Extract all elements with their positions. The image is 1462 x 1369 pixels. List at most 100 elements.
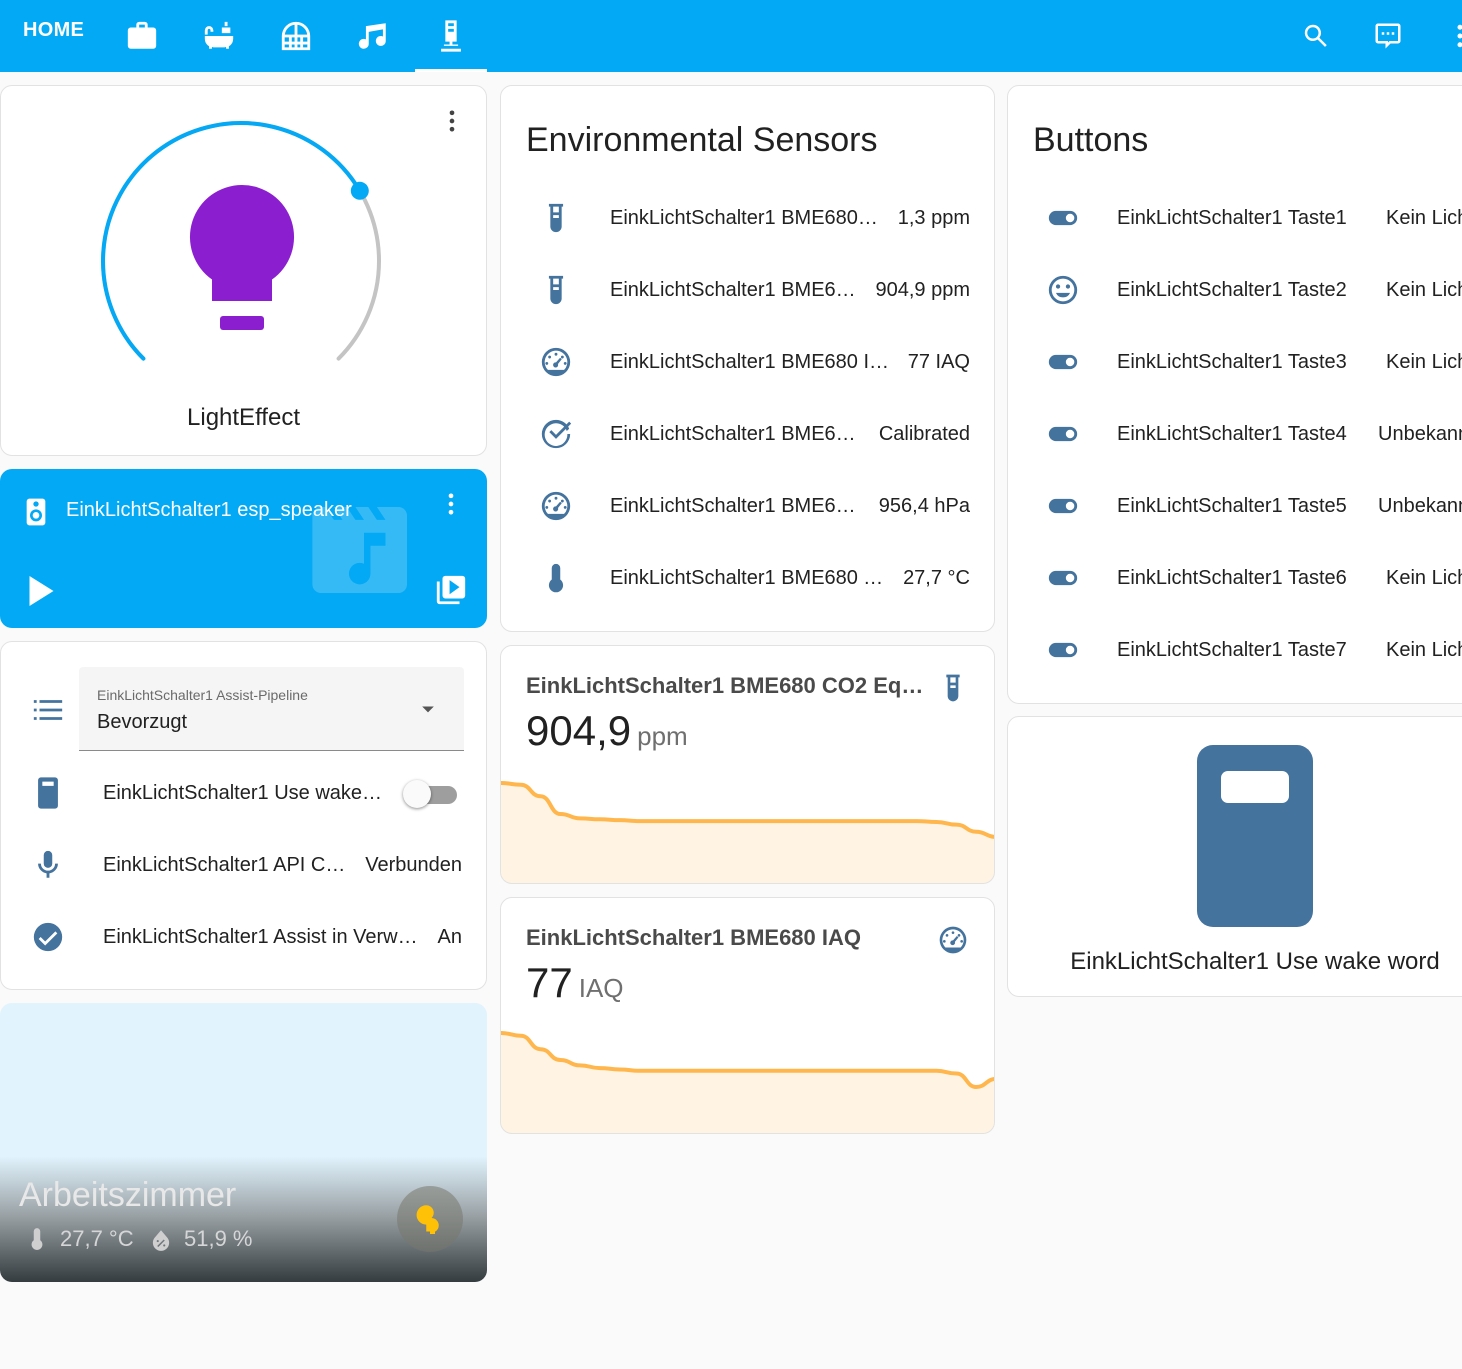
entity-state: 27,7 °C [903,567,970,589]
pipeline-select-label: EinkLichtSchalter1 Assist-Pipeline [97,687,308,703]
assist-row-state: Verbunden [365,854,462,876]
graph-area [501,783,994,883]
test-tube-icon [548,203,564,233]
light-card: LightEffect [0,85,487,456]
wake-word-name: EinkLichtSchalter1 Use wake word [1070,948,1440,975]
sensor-card-name: EinkLichtSchalter1 BME680 CO2 Equivalent [526,673,926,698]
overflow-menu-button[interactable] [1436,12,1462,60]
entity-row-pressure[interactable]: EinkLichtSchalter1 BME680 Pressure 956,4… [501,470,994,542]
iaq-history-graph [501,1031,994,1133]
button-entity-row[interactable]: EinkLichtSchalter1 Taste6 Kein Licht [1008,542,1462,614]
more-vertical-icon [449,110,455,132]
co2-sensor-card[interactable]: EinkLichtSchalter1 BME680 CO2 Equivalent… [500,645,995,884]
pipeline-select[interactable]: EinkLichtSchalter1 Assist-Pipeline Bevor… [79,667,464,751]
entity-row-iaq[interactable]: EinkLichtSchalter1 BME680 IAQ 77 IAQ [501,326,994,398]
play-box-multiple-icon[interactable] [434,573,468,607]
emoticon-icon [1048,275,1078,305]
entity-name: EinkLichtSchalter1 BME680 IAQ [610,351,894,373]
lightbulb-icon[interactable] [186,183,298,335]
pipeline-select-value: Bevorzugt [97,711,188,733]
gauge-icon [541,347,571,377]
test-tube-icon [548,275,564,305]
brightness-knob[interactable] [350,181,369,200]
tab-home[interactable]: HOME [23,18,84,42]
entity-name: EinkLichtSchalter1 BME680 Temperature [610,567,886,589]
card-title: Environmental Sensors [526,121,878,159]
tab-bathtub[interactable] [183,0,255,72]
light-more-button[interactable] [437,106,467,136]
button-entity-row[interactable]: EinkLichtSchalter1 Taste1 Kein Licht [1008,182,1462,254]
search-button[interactable] [1292,12,1340,60]
entity-name: EinkLichtSchalter1 BME680 Pressure [610,495,858,517]
media-more-button[interactable] [436,489,466,519]
button-entity-row[interactable]: EinkLichtSchalter1 Taste3 Kein Licht [1008,326,1462,398]
iaq-sensor-card[interactable]: EinkLichtSchalter1 BME680 IAQ 77 IAQ [500,897,995,1134]
entity-row-temperature[interactable]: EinkLichtSchalter1 BME680 Temperature 27… [501,542,994,614]
search-icon [1304,24,1327,47]
area-card[interactable]: Arbeitszimmer 27,7 °C 51,9 % [0,1003,487,1282]
microphone-icon [38,850,58,878]
toggle-switch-icon [1048,642,1078,658]
assist-row-api[interactable]: EinkLichtSchalter1 API Connection Verbun… [1,829,486,901]
tab-server[interactable] [415,0,487,72]
entity-row-iaq-accuracy[interactable]: EinkLichtSchalter1 BME680 IAQ Accuracy C… [501,398,994,470]
button-entity-row[interactable]: EinkLichtSchalter1 Taste7 Kein Licht [1008,614,1462,686]
area-humidity: 51,9 % [184,1226,253,1251]
sensor-value: 77 [526,959,573,1006]
entity-name: EinkLichtSchalter1 Taste7 [1117,639,1347,661]
entity-row-co2-1[interactable]: EinkLichtSchalter1 BME680 CO2 Equivalent… [501,182,994,254]
wake-word-card[interactable]: EinkLichtSchalter1 Use wake word [1007,716,1462,997]
entity-name: EinkLichtSchalter1 Taste2 [1117,279,1347,301]
entity-state: 1,3 ppm [897,207,970,229]
assist-row-wake-word[interactable]: EinkLichtSchalter1 Use wake word [1,757,486,829]
sensor-unit: ppm [637,721,688,751]
speaker-icon [26,498,46,526]
lightbulb-group-icon [416,1205,439,1234]
play-button[interactable] [22,573,58,609]
button-entity-row[interactable]: EinkLichtSchalter1 Taste2 Kein Licht [1008,254,1462,326]
light-name: LightEffect [187,404,300,431]
overflow-menu-icon [1457,24,1462,48]
gauge-icon [541,491,571,521]
area-name: Arbeitszimmer [19,1176,237,1214]
entity-state: 77 IAQ [907,351,970,373]
entity-name: EinkLichtSchalter1 BME680 CO2 Equivalent [610,279,858,301]
button-entity-row[interactable]: EinkLichtSchalter1 Taste4 Unbekannt [1008,398,1462,470]
entity-state: Unbekannt [1378,423,1462,445]
entity-name: EinkLichtSchalter1 Taste3 [1117,351,1347,373]
assist-row-name: EinkLichtSchalter1 Use wake word [103,782,383,804]
tab-greenhouse[interactable] [260,0,332,72]
entity-name: EinkLichtSchalter1 BME680 IAQ Accuracy [610,423,858,445]
wake-word-toggle[interactable] [403,780,457,808]
sensor-card-value: 904,9 ppm [526,706,688,761]
more-vertical-icon [448,493,454,515]
assist-row-state: An [437,926,462,948]
graph-area [501,1033,994,1133]
card-title: Buttons [1033,121,1149,159]
assist-button[interactable] [1364,12,1412,60]
toggle-switch-icon [1048,210,1078,226]
assist-card: EinkLichtSchalter1 Assist-Pipeline Bevor… [0,641,487,990]
entity-name: EinkLichtSchalter1 Taste1 [1117,207,1347,229]
music-icon [358,23,386,49]
assist-row-in-use[interactable]: EinkLichtSchalter1 Assist in Verwendung … [1,901,486,973]
check-circle-outline-icon [541,419,572,449]
briefcase-icon [127,21,157,49]
format-list-icon [33,700,63,720]
tab-music[interactable] [337,0,409,72]
entity-state: Calibrated [878,423,970,445]
menu-down-icon [422,706,434,713]
buttons-card: Buttons EinkLichtSchalter1 Taste1 Kein Li… [1007,85,1462,704]
tab-briefcase[interactable] [106,0,178,72]
assist-chat-icon [1375,23,1401,49]
area-light-button[interactable] [397,1186,463,1252]
sensor-card-value: 77 IAQ [526,958,624,1013]
media-player-card: EinkLichtSchalter1 esp_speaker [0,469,487,628]
sensor-value: 904,9 [526,707,632,754]
entity-state: 956,4 hPa [878,495,970,517]
entity-name: EinkLichtSchalter1 Taste6 [1117,567,1347,589]
media-title: EinkLichtSchalter1 esp_speaker [66,499,352,521]
toggle-switch-icon [1048,570,1078,586]
button-entity-row[interactable]: EinkLichtSchalter1 Taste5 Unbekannt [1008,470,1462,542]
entity-row-co2-2[interactable]: EinkLichtSchalter1 BME680 CO2 Equivalent… [501,254,994,326]
